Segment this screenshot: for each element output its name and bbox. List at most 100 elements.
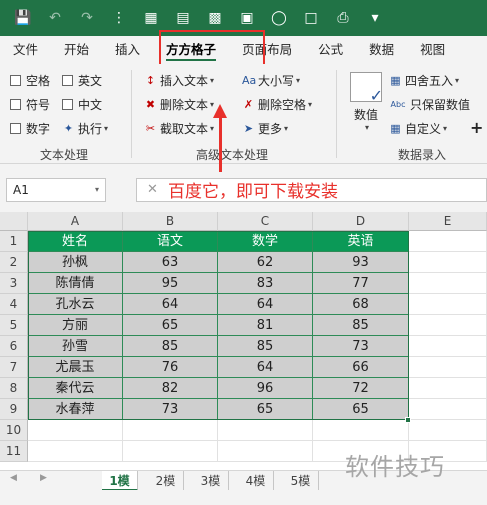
redo-icon[interactable]: ↷ [78,10,96,26]
sheet-tab[interactable]: 2模 [148,471,184,491]
empty-cell[interactable] [218,441,313,462]
undo-icon[interactable]: ↶ [46,10,64,26]
row-header[interactable]: 11 [0,441,28,462]
table-cell[interactable]: 65 [218,399,313,420]
case-button[interactable]: Aa 大小写 ▾ [242,72,300,89]
empty-cell[interactable] [28,420,123,441]
delete-text-button[interactable]: ✖ 删除文本 ▾ [144,96,214,113]
table-cell[interactable]: 孙枫 [28,252,123,273]
sheet-tab[interactable]: 3模 [193,471,229,491]
tab-view[interactable]: 视图 [407,36,458,64]
sort-icon[interactable]: ⋮ [110,10,128,26]
value-button[interactable]: ✓ 数值 ▾ [348,72,384,132]
checkbox-english[interactable]: 英文 [62,72,102,89]
tab-formulas[interactable]: 公式 [305,36,356,64]
sheet-tab[interactable]: 4模 [238,471,274,491]
row-header[interactable]: 8 [0,378,28,399]
table-cell[interactable]: 64 [218,357,313,378]
table-cell[interactable]: 81 [218,315,313,336]
column-header[interactable]: E [409,212,487,231]
checkbox-symbol[interactable]: 符号 [10,96,50,113]
name-box[interactable]: A1 ▾ [6,178,106,202]
empty-cell[interactable] [409,336,487,357]
table-cell[interactable]: 85 [313,315,409,336]
custom-button[interactable]: ▦ 自定义 ▾ [389,120,447,137]
pivot-icon[interactable]: ▩ [206,10,224,26]
fill-handle[interactable] [405,417,411,423]
table-cell[interactable]: 85 [218,336,313,357]
next-sheet-icon[interactable]: ▶ [40,473,47,483]
column-header[interactable]: A [28,212,123,231]
table-cell[interactable]: 82 [123,378,218,399]
tab-file[interactable]: 文件 [0,36,51,64]
extract-text-button[interactable]: ✂ 截取文本 ▾ [144,120,214,137]
empty-cell[interactable] [409,252,487,273]
table-cell[interactable]: 64 [218,294,313,315]
table-header-cell[interactable]: 语文 [123,231,218,252]
empty-cell[interactable] [28,441,123,462]
round-button[interactable]: ▦ 四舍五入 ▾ [389,72,459,89]
table-cell[interactable]: 85 [123,336,218,357]
checkbox-chinese[interactable]: 中文 [62,96,102,113]
table-cell[interactable]: 陈倩倩 [28,273,123,294]
tab-data[interactable]: 数据 [356,36,407,64]
row-header[interactable]: 7 [0,357,28,378]
remove-space-button[interactable]: ✗ 删除空格 ▾ [242,96,312,113]
table-cell[interactable]: 73 [123,399,218,420]
empty-cell[interactable] [123,420,218,441]
checkbox-space[interactable]: 空格 [10,72,50,89]
screenshot-icon[interactable]: ▣ [238,10,256,26]
empty-cell[interactable] [123,441,218,462]
empty-cell[interactable] [409,357,487,378]
empty-cell[interactable] [313,420,409,441]
empty-cell[interactable] [409,378,487,399]
tab-home[interactable]: 开始 [51,36,102,64]
empty-cell[interactable] [409,294,487,315]
table-cell[interactable]: 93 [313,252,409,273]
row-header[interactable]: 2 [0,252,28,273]
table-cell[interactable]: 83 [218,273,313,294]
row-header[interactable]: 6 [0,336,28,357]
table-header-cell[interactable]: 英语 [313,231,409,252]
table-cell[interactable]: 64 [123,294,218,315]
text-icon[interactable]: □ [302,10,320,26]
row-header[interactable]: 5 [0,315,28,336]
save-icon[interactable]: 💾 [14,10,32,26]
keep-numbers-button[interactable]: Abc 只保留数值 [389,96,471,113]
share-icon[interactable]: ◯ [270,10,288,26]
empty-cell[interactable] [409,399,487,420]
table-cell[interactable]: 尤晨玉 [28,357,123,378]
table-cell[interactable]: 63 [123,252,218,273]
row-header[interactable]: 1 [0,231,28,252]
chart-icon[interactable]: ▤ [174,10,192,26]
table-header-cell[interactable]: 数学 [218,231,313,252]
column-header[interactable]: C [218,212,313,231]
table-cell[interactable]: 95 [123,273,218,294]
row-header[interactable]: 10 [0,420,28,441]
table-icon[interactable]: ▦ [142,10,160,26]
table-cell[interactable]: 方丽 [28,315,123,336]
table-cell[interactable]: 96 [218,378,313,399]
table-cell[interactable]: 73 [313,336,409,357]
empty-cell[interactable] [218,420,313,441]
row-header[interactable]: 9 [0,399,28,420]
table-cell[interactable]: 孙雪 [28,336,123,357]
table-header-cell[interactable]: 姓名 [28,231,123,252]
add-icon[interactable]: + [470,118,483,137]
table-cell[interactable]: 76 [123,357,218,378]
cancel-icon[interactable]: ✕ [147,182,158,197]
tab-insert[interactable]: 插入 [102,36,153,64]
sheet-tab[interactable]: 5模 [283,471,319,491]
insert-text-button[interactable]: ↕ 插入文本 ▾ [144,72,214,89]
empty-cell[interactable] [409,273,487,294]
table-cell[interactable]: 65 [123,315,218,336]
table-cell[interactable]: 77 [313,273,409,294]
empty-cell[interactable] [409,420,487,441]
more-button[interactable]: ➤ 更多 ▾ [242,120,288,137]
table-cell[interactable]: 孔水云 [28,294,123,315]
empty-cell[interactable] [409,231,487,252]
execute-button[interactable]: ✦ 执行 ▾ [62,120,108,137]
checkbox-number[interactable]: 数字 [10,120,50,137]
print-icon[interactable]: ⎙ [334,10,352,26]
row-header[interactable]: 4 [0,294,28,315]
